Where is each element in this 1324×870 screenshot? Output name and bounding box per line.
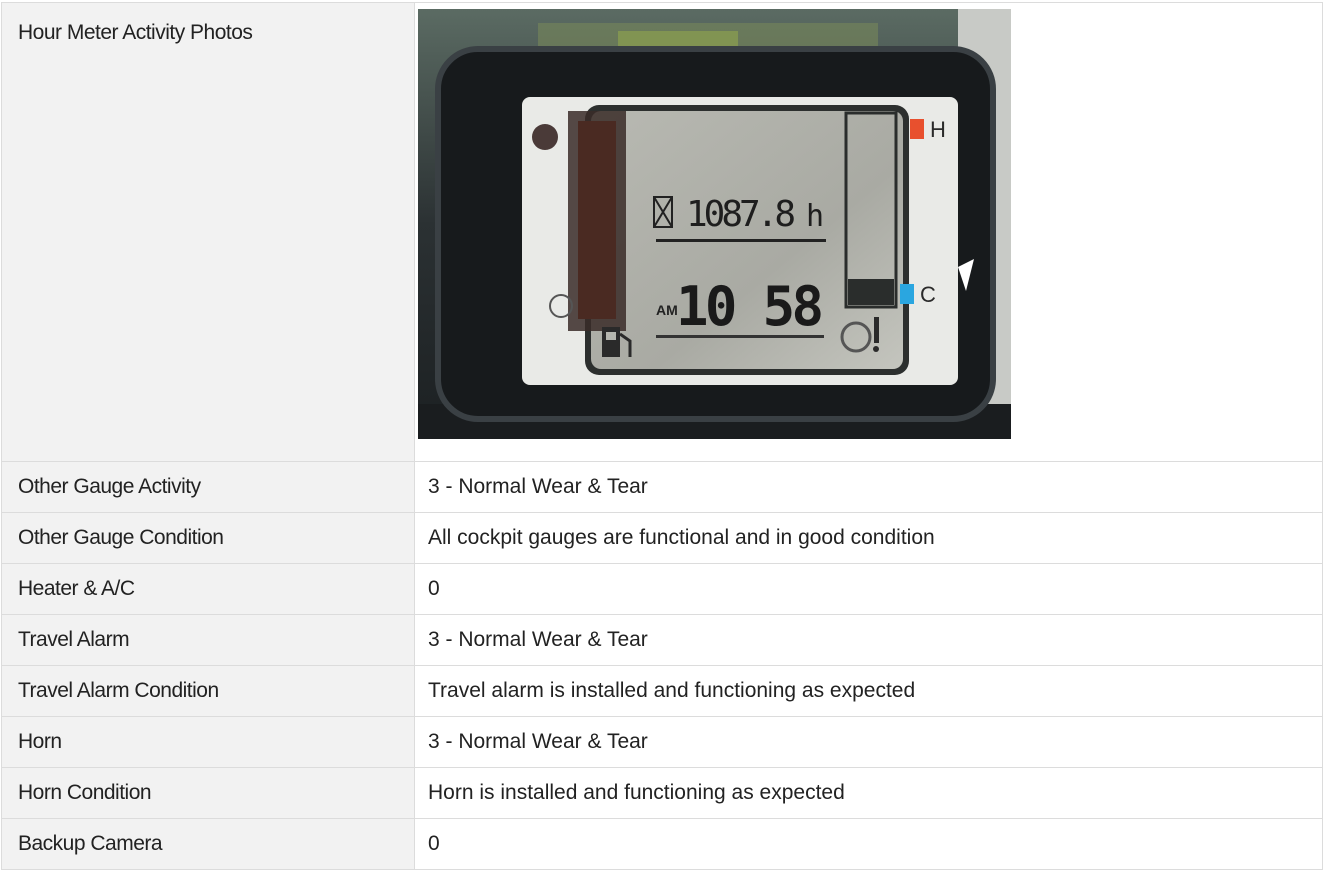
row-label: Horn Condition — [1, 767, 415, 819]
table-row: Backup Camera 0 — [1, 818, 1323, 870]
row-value: Travel alarm is installed and functionin… — [414, 665, 1323, 717]
clock-time: 10 58 — [676, 275, 824, 338]
photo-cell: H C 1087.8 h AM 10 58 — [414, 2, 1323, 462]
row-label: Other Gauge Condition — [1, 512, 415, 564]
row-value: 3 - Normal Wear & Tear — [414, 461, 1323, 513]
inspection-table: Hour Meter Activity Photos H C 1087.8 h … — [1, 2, 1323, 870]
gauge-cold-label: C — [920, 282, 936, 307]
table-row: Other Gauge Activity 3 - Normal Wear & T… — [1, 461, 1323, 513]
table-row: Horn 3 - Normal Wear & Tear — [1, 716, 1323, 768]
hour-unit: h — [806, 199, 824, 234]
row-label: Other Gauge Activity — [1, 461, 415, 513]
table-row: Other Gauge Condition All cockpit gauges… — [1, 512, 1323, 564]
hour-meter-photo[interactable]: H C 1087.8 h AM 10 58 — [418, 9, 1011, 439]
row-label: Hour Meter Activity Photos — [1, 2, 415, 462]
clock-meridiem: AM — [656, 302, 678, 318]
row-label: Heater & A/C — [1, 563, 415, 615]
row-label: Travel Alarm Condition — [1, 665, 415, 717]
table-row: Travel Alarm Condition Travel alarm is i… — [1, 665, 1323, 717]
row-value: 0 — [414, 818, 1323, 870]
row-value: 0 — [414, 563, 1323, 615]
gauge-hot-label: H — [930, 117, 946, 142]
row-label: Backup Camera — [1, 818, 415, 870]
table-row: Hour Meter Activity Photos H C 1087.8 h … — [1, 2, 1323, 462]
hour-reading: 1087.8 — [686, 194, 796, 235]
row-value: 3 - Normal Wear & Tear — [414, 614, 1323, 666]
row-label: Travel Alarm — [1, 614, 415, 666]
row-value: Horn is installed and functioning as exp… — [414, 767, 1323, 819]
row-value: 3 - Normal Wear & Tear — [414, 716, 1323, 768]
table-row: Heater & A/C 0 — [1, 563, 1323, 615]
table-row: Travel Alarm 3 - Normal Wear & Tear — [1, 614, 1323, 666]
row-value: All cockpit gauges are functional and in… — [414, 512, 1323, 564]
table-row: Horn Condition Horn is installed and fun… — [1, 767, 1323, 819]
row-label: Horn — [1, 716, 415, 768]
